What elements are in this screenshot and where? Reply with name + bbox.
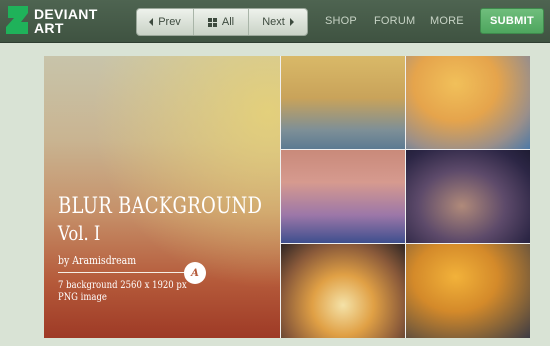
grid-icon [207,17,217,27]
top-navigation-bar: DEVIANT ART Prev All Next SHOP FORUM MOR… [0,0,550,43]
preview-thumbnail-3 [281,150,405,243]
gallery-navigation: Prev All Next [136,8,308,36]
artwork-image[interactable]: BLUR BACKGROUND Vol. I by Aramisdream A … [44,56,530,338]
artwork-info-line-2: PNG image [58,292,107,303]
prev-label: Prev [158,16,181,28]
forum-link[interactable]: FORUM [374,15,415,27]
logo-line-2: ART [34,20,64,36]
artwork-volume: Vol. I [58,221,101,245]
logo-line-1: DEVIANT [34,6,98,22]
logo-wordmark: DEVIANT ART [34,7,98,35]
all-label: All [221,16,235,28]
artwork-author: by Aramisdream [58,254,137,267]
shop-link[interactable]: SHOP [325,15,357,27]
preview-thumbnail-5 [281,244,405,338]
artwork-title: BLUR BACKGROUND [58,194,263,219]
prev-button[interactable]: Prev [137,9,194,35]
all-button[interactable]: All [194,9,249,35]
deviantart-logo[interactable]: DEVIANT ART [6,5,116,37]
caret-left-icon [149,18,154,26]
caret-right-icon [289,18,294,26]
preview-thumbnail-4 [406,150,530,243]
more-link[interactable]: MORE [430,15,464,27]
artwork-info: 7 background 2560 x 1920 px PNG image [58,280,187,304]
next-button[interactable]: Next [249,9,307,35]
author-badge-icon: A [184,262,206,284]
next-label: Next [262,16,285,28]
deviantart-logo-icon [6,6,28,34]
preview-thumbnail-6 [406,244,530,338]
submit-button[interactable]: SUBMIT [480,8,544,34]
preview-thumbnail-1 [281,56,405,149]
divider [58,272,198,273]
artwork-info-line-1: 7 background 2560 x 1920 px [58,280,187,291]
preview-thumbnail-2 [406,56,530,149]
